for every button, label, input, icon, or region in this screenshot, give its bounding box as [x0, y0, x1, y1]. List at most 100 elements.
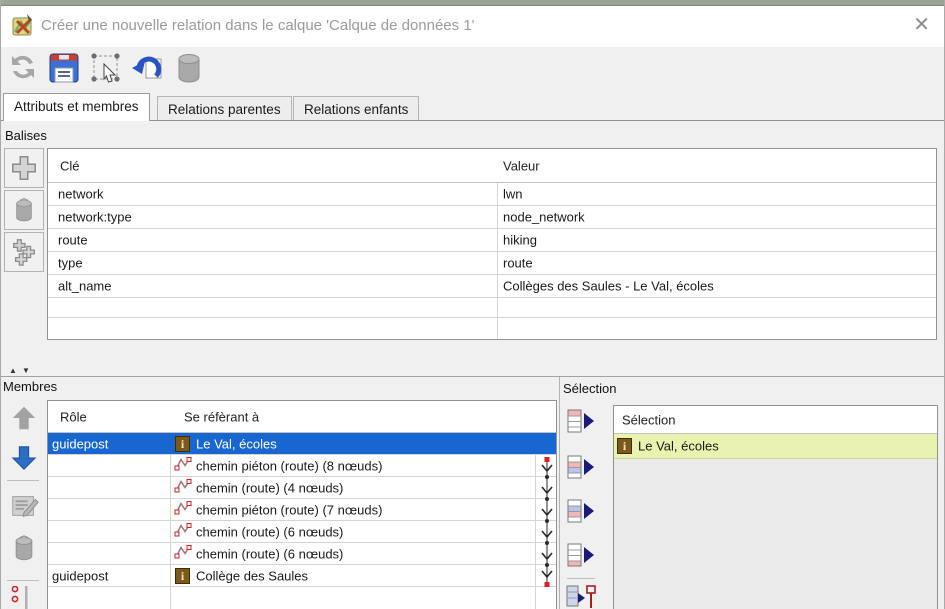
- member-row[interactable]: guidepost i Collège des Saules: [48, 565, 556, 587]
- members-header-ref: Se réfèrant à: [184, 409, 259, 424]
- member-ref: chemin (route) (4 nœuds): [196, 480, 343, 495]
- member-row[interactable]: chemin piéton (route) (7 nœuds): [48, 499, 556, 521]
- edit-member-button[interactable]: [5, 486, 43, 526]
- add-selection-before-icon: [566, 454, 596, 480]
- node-icon: i: [175, 568, 190, 584]
- remove-member-button[interactable]: [5, 528, 43, 568]
- close-icon[interactable]: ✕: [913, 14, 930, 36]
- button-separator: [7, 480, 39, 481]
- move-down-icon: [9, 443, 39, 473]
- selection-list: Sélection i Le Val, écoles: [613, 405, 938, 609]
- member-row[interactable]: chemin piéton (route) (8 nœuds): [48, 455, 556, 477]
- delete-tag-icon: [11, 196, 37, 224]
- add-selection-node-button[interactable]: [563, 584, 599, 609]
- tag-value: hiking: [503, 233, 537, 248]
- add-tag-button[interactable]: [4, 148, 44, 188]
- way-icon: [174, 477, 192, 498]
- tag-row[interactable]: network lwn: [48, 183, 936, 206]
- tag-value: Collèges des Saules - Le Val, écoles: [503, 279, 714, 294]
- tag-key: route: [58, 233, 88, 248]
- members-table-header: Rôle Se réfèrant à: [48, 401, 556, 433]
- member-ref: chemin (route) (6 nœuds): [196, 524, 343, 539]
- tag-key: network:type: [58, 210, 132, 225]
- tab-label: Attributs et membres: [14, 99, 139, 114]
- remove-member-icon: [10, 533, 38, 563]
- move-down-button[interactable]: [5, 440, 43, 476]
- tag-row-empty[interactable]: [48, 298, 936, 318]
- delete-tag-button[interactable]: [4, 190, 44, 230]
- member-ref: Collège des Saules: [196, 568, 308, 583]
- member-ref: chemin piéton (route) (7 nœuds): [196, 502, 382, 517]
- member-ref: Le Val, écoles: [196, 436, 277, 451]
- selection-list-item[interactable]: i Le Val, écoles: [614, 434, 937, 459]
- paste-tags-button[interactable]: [4, 232, 44, 272]
- panel-divider: [559, 377, 560, 609]
- tag-value: node_network: [503, 210, 585, 225]
- tab-relations-parentes[interactable]: Relations parentes: [157, 96, 292, 120]
- member-row[interactable]: guidepost i Le Val, écoles: [48, 433, 556, 455]
- tag-row[interactable]: type route: [48, 252, 936, 275]
- save-icon[interactable]: [47, 51, 81, 90]
- window-title: Créer une nouvelle relation dans le calq…: [41, 17, 475, 34]
- way-icon: [174, 521, 192, 542]
- member-row[interactable]: chemin (route) (4 nœuds): [48, 477, 556, 499]
- tags-table-header: Clé Valeur: [48, 149, 936, 183]
- node-icon: i: [617, 438, 632, 454]
- edit-member-icon: [8, 490, 40, 522]
- josm-logo-icon: [11, 12, 35, 38]
- way-icon: [174, 499, 192, 520]
- member-row[interactable]: chemin (route) (6 nœuds): [48, 543, 556, 565]
- tab-label: Relations enfants: [304, 102, 408, 117]
- tags-header-value: Valeur: [503, 158, 540, 173]
- tag-row[interactable]: network:type node_network: [48, 206, 936, 229]
- member-row[interactable]: chemin (route) (6 nœuds): [48, 521, 556, 543]
- way-icon: [174, 455, 192, 476]
- download-members-button[interactable]: [5, 586, 43, 609]
- add-selection-node-icon: [565, 584, 597, 609]
- tab-label: Relations parentes: [168, 102, 281, 117]
- way-connection-arrows-icon: [537, 455, 557, 590]
- selection-header-label: Sélection: [622, 412, 675, 427]
- splitter-expand-icon[interactable]: ▼: [22, 367, 30, 375]
- tag-key: network: [58, 187, 104, 202]
- section-divider[interactable]: [1, 376, 945, 377]
- splitter-collapse-icon[interactable]: ▲: [9, 367, 17, 375]
- selection-list-header: Sélection: [614, 406, 937, 434]
- tag-row[interactable]: route hiking: [48, 229, 936, 252]
- add-selection-at-end-button[interactable]: [563, 536, 599, 574]
- add-selection-after-icon: [566, 498, 596, 524]
- members-table: Rôle Se réfèrant à guidepost i Le Val, é…: [47, 400, 557, 609]
- member-ref: chemin piéton (route) (8 nœuds): [196, 458, 382, 473]
- move-up-button[interactable]: [5, 400, 43, 436]
- member-role: guidepost: [52, 436, 108, 451]
- tag-key: type: [58, 256, 83, 271]
- tag-row-empty[interactable]: [48, 318, 936, 339]
- selection-list-empty-area: [614, 459, 937, 609]
- tags-group-label: Balises: [5, 128, 47, 143]
- tab-relations-enfants[interactable]: Relations enfants: [293, 96, 419, 120]
- tags-header-key: Clé: [60, 158, 80, 173]
- selection-item-label: Le Val, écoles: [638, 439, 719, 454]
- refresh-icon[interactable]: [7, 51, 39, 88]
- apply-to-layer-icon[interactable]: [129, 51, 165, 90]
- members-group-label: Membres: [3, 379, 57, 394]
- download-members-icon: [9, 586, 39, 609]
- paste-tags-icon: [9, 237, 39, 267]
- tag-key: alt_name: [58, 279, 111, 294]
- button-separator: [7, 580, 39, 581]
- add-selection-at-top-button[interactable]: [563, 402, 599, 440]
- tab-attributs-et-membres[interactable]: Attributs et membres: [3, 93, 150, 121]
- members-header-role: Rôle: [60, 409, 87, 424]
- relation-editor-dialog: Créer une nouvelle relation dans le calq…: [0, 0, 945, 609]
- add-tag-icon: [9, 153, 39, 183]
- way-icon: [174, 543, 192, 564]
- tag-row[interactable]: alt_name Collèges des Saules - Le Val, é…: [48, 275, 936, 298]
- node-icon: i: [175, 436, 190, 452]
- selection-group-label: Sélection: [563, 381, 616, 396]
- add-selection-after-button[interactable]: [563, 492, 599, 530]
- add-selection-before-button[interactable]: [563, 448, 599, 486]
- tag-value: lwn: [503, 187, 523, 202]
- add-selection-at-end-icon: [566, 542, 596, 568]
- delete-relation-icon[interactable]: [173, 51, 205, 90]
- select-relation-icon[interactable]: [89, 51, 123, 90]
